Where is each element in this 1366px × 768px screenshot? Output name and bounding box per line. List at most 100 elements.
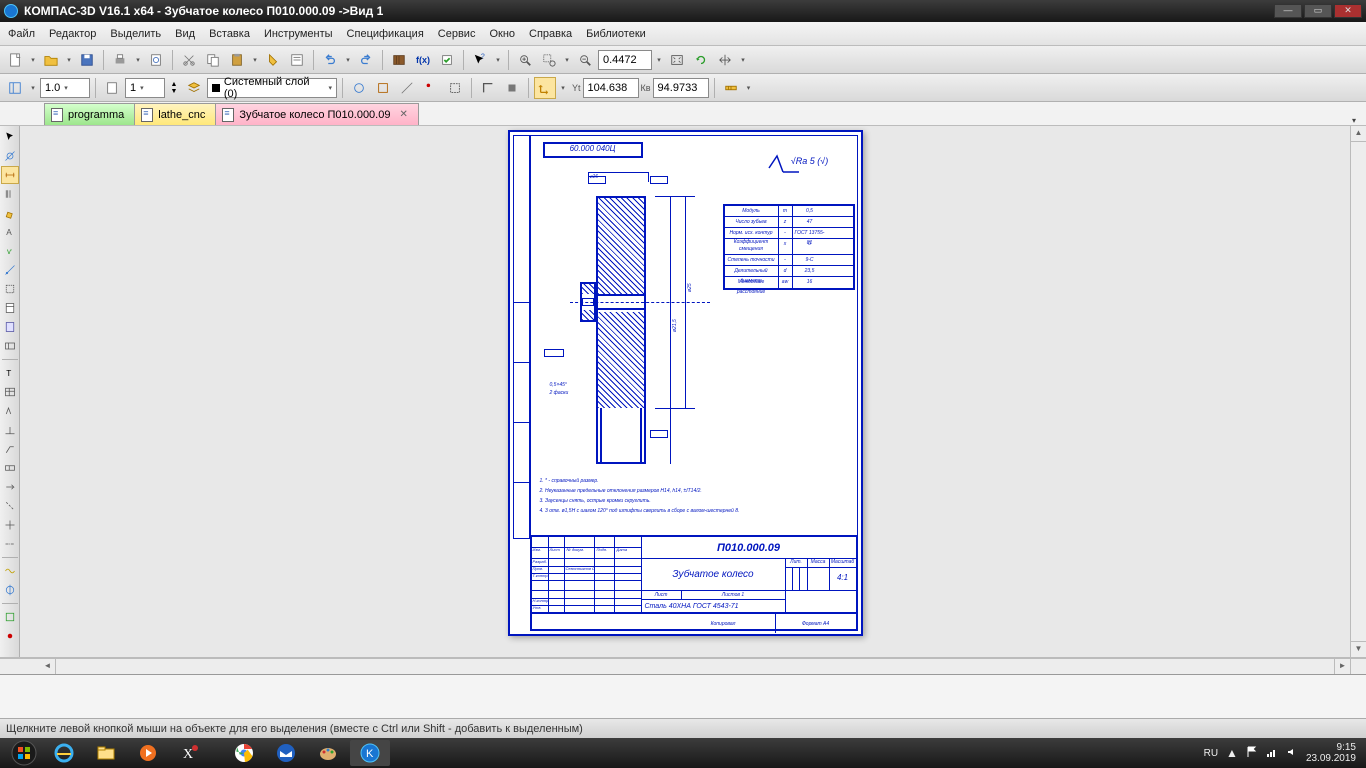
zoom-fit-icon[interactable] xyxy=(666,49,688,71)
section-line-icon[interactable] xyxy=(1,497,19,515)
arrow-tool-icon[interactable] xyxy=(1,478,19,496)
tool-d-icon[interactable] xyxy=(420,77,442,99)
center-mark-icon[interactable] xyxy=(1,516,19,534)
cut-icon[interactable] xyxy=(178,49,200,71)
help-cursor-icon[interactable]: ? xyxy=(469,49,491,71)
coord-y-input[interactable] xyxy=(653,78,709,98)
menu-service[interactable]: Сервис xyxy=(438,28,476,40)
tool-e-icon[interactable] xyxy=(444,77,466,99)
grid-snap-icon[interactable] xyxy=(4,77,26,99)
tab-lathe-cnc[interactable]: lathe_cnc xyxy=(134,103,216,125)
format-painter-icon[interactable] xyxy=(262,49,284,71)
dimensions-tool-icon[interactable] xyxy=(1,166,19,184)
new-dropdown[interactable]: ▾ xyxy=(28,49,38,71)
variables-icon[interactable]: f(x) xyxy=(412,49,434,71)
layer-icon[interactable] xyxy=(183,77,205,99)
print-icon[interactable] xyxy=(109,49,131,71)
text-a-tool-icon[interactable]: A xyxy=(1,223,19,241)
tray-volume-icon[interactable] xyxy=(1286,746,1298,761)
save-icon[interactable] xyxy=(76,49,98,71)
parametrize-tool-icon[interactable]: ѵ xyxy=(1,242,19,260)
counter-combo[interactable]: 1▾ xyxy=(125,78,165,98)
tray-lang[interactable]: RU xyxy=(1204,748,1218,759)
redo-icon[interactable] xyxy=(355,49,377,71)
menu-edit[interactable]: Редактор xyxy=(49,28,96,40)
axis-tool-icon[interactable] xyxy=(1,535,19,553)
zoom-input[interactable] xyxy=(598,50,652,70)
bind-icon[interactable] xyxy=(501,77,523,99)
help-dropdown[interactable]: ▾ xyxy=(493,49,503,71)
menu-libraries[interactable]: Библиотеки xyxy=(586,28,646,40)
undo-dropdown[interactable]: ▾ xyxy=(343,49,353,71)
insert-view-icon[interactable] xyxy=(1,337,19,355)
tab-active-drawing[interactable]: Зубчатое колесо П010.000.09 ✕ xyxy=(215,103,419,125)
task-app-x[interactable]: X xyxy=(170,740,210,766)
maximize-button[interactable]: ▭ xyxy=(1304,4,1332,18)
start-button[interactable] xyxy=(4,740,44,766)
wave-line-icon[interactable] xyxy=(1,562,19,580)
print-dropdown[interactable]: ▾ xyxy=(133,49,143,71)
menu-view[interactable]: Вид xyxy=(175,28,195,40)
zoom-window-icon[interactable] xyxy=(538,49,560,71)
local-cs-dropdown[interactable]: ▾ xyxy=(558,77,568,99)
task-explorer[interactable] xyxy=(86,740,126,766)
paste-dropdown[interactable]: ▾ xyxy=(250,49,260,71)
menu-help[interactable]: Справка xyxy=(529,28,572,40)
coord-x-input[interactable] xyxy=(583,78,639,98)
properties-icon[interactable] xyxy=(286,49,308,71)
tray-flag-icon[interactable] xyxy=(1246,746,1258,761)
report-tool-icon[interactable] xyxy=(1,318,19,336)
check-icon[interactable] xyxy=(436,49,458,71)
task-wmp[interactable] xyxy=(128,740,168,766)
macro-tool-icon[interactable] xyxy=(1,608,19,626)
pan-dropdown[interactable]: ▾ xyxy=(738,49,748,71)
close-tab-icon[interactable]: ✕ xyxy=(399,109,407,120)
page-setup-icon[interactable] xyxy=(101,77,123,99)
measure-2d-icon[interactable] xyxy=(1,261,19,279)
vertical-scrollbar[interactable]: ▲ ▼ xyxy=(1350,126,1366,657)
task-kompas[interactable]: K xyxy=(350,740,390,766)
task-paint[interactable] xyxy=(308,740,348,766)
text-t-tool-icon[interactable]: T xyxy=(1,364,19,382)
copy-icon[interactable] xyxy=(202,49,224,71)
spec-tool-icon[interactable] xyxy=(1,299,19,317)
grid-dropdown[interactable]: ▾ xyxy=(28,77,38,99)
tool-a-icon[interactable] xyxy=(348,77,370,99)
stepper-up-icon[interactable]: ▲▼ xyxy=(167,77,181,99)
tray-clock[interactable]: 9:15 23.09.2019 xyxy=(1306,742,1356,764)
zoom-in-icon[interactable] xyxy=(514,49,536,71)
menu-insert[interactable]: Вставка xyxy=(209,28,250,40)
menu-spec[interactable]: Спецификация xyxy=(347,28,424,40)
undo-icon[interactable] xyxy=(319,49,341,71)
layer-combo[interactable]: Системный слой (0)▾ xyxy=(207,78,337,98)
geometry-tool-icon[interactable] xyxy=(1,147,19,165)
select-tool-icon[interactable] xyxy=(1,280,19,298)
menu-window[interactable]: Окно xyxy=(489,28,515,40)
local-cs-icon[interactable] xyxy=(534,77,556,99)
close-button[interactable]: ✕ xyxy=(1334,4,1362,18)
tab-programma[interactable]: programma xyxy=(44,103,135,125)
new-file-icon[interactable] xyxy=(4,49,26,71)
tabs-menu-icon[interactable]: ▾ xyxy=(1352,116,1356,125)
zoom-dropdown[interactable]: ▾ xyxy=(562,49,572,71)
edit-tool-icon[interactable] xyxy=(1,204,19,222)
tray-network-icon[interactable] xyxy=(1266,746,1278,761)
build-tool-icon[interactable] xyxy=(1,627,19,645)
drawing-canvas[interactable]: 60.000 040Ц √Ra 5 (√) Модульm0,5 Число з… xyxy=(20,126,1350,657)
menu-tools[interactable]: Инструменты xyxy=(264,28,333,40)
tool-c-icon[interactable] xyxy=(396,77,418,99)
measurement-icon[interactable] xyxy=(720,77,742,99)
tolerance-tool-icon[interactable] xyxy=(1,459,19,477)
leader-tool-icon[interactable] xyxy=(1,440,19,458)
open-dropdown[interactable]: ▾ xyxy=(64,49,74,71)
horizontal-scrollbar[interactable]: ◄ ► xyxy=(0,658,1366,674)
autoaxis-icon[interactable] xyxy=(1,581,19,599)
cursor-tool-icon[interactable] xyxy=(1,128,19,146)
print-preview-icon[interactable] xyxy=(145,49,167,71)
zoom-out-icon[interactable] xyxy=(574,49,596,71)
scale-combo[interactable]: 1.0▾ xyxy=(40,78,90,98)
task-ie[interactable] xyxy=(44,740,84,766)
paste-icon[interactable] xyxy=(226,49,248,71)
task-chrome[interactable] xyxy=(224,740,264,766)
roughness-tool-icon[interactable] xyxy=(1,402,19,420)
